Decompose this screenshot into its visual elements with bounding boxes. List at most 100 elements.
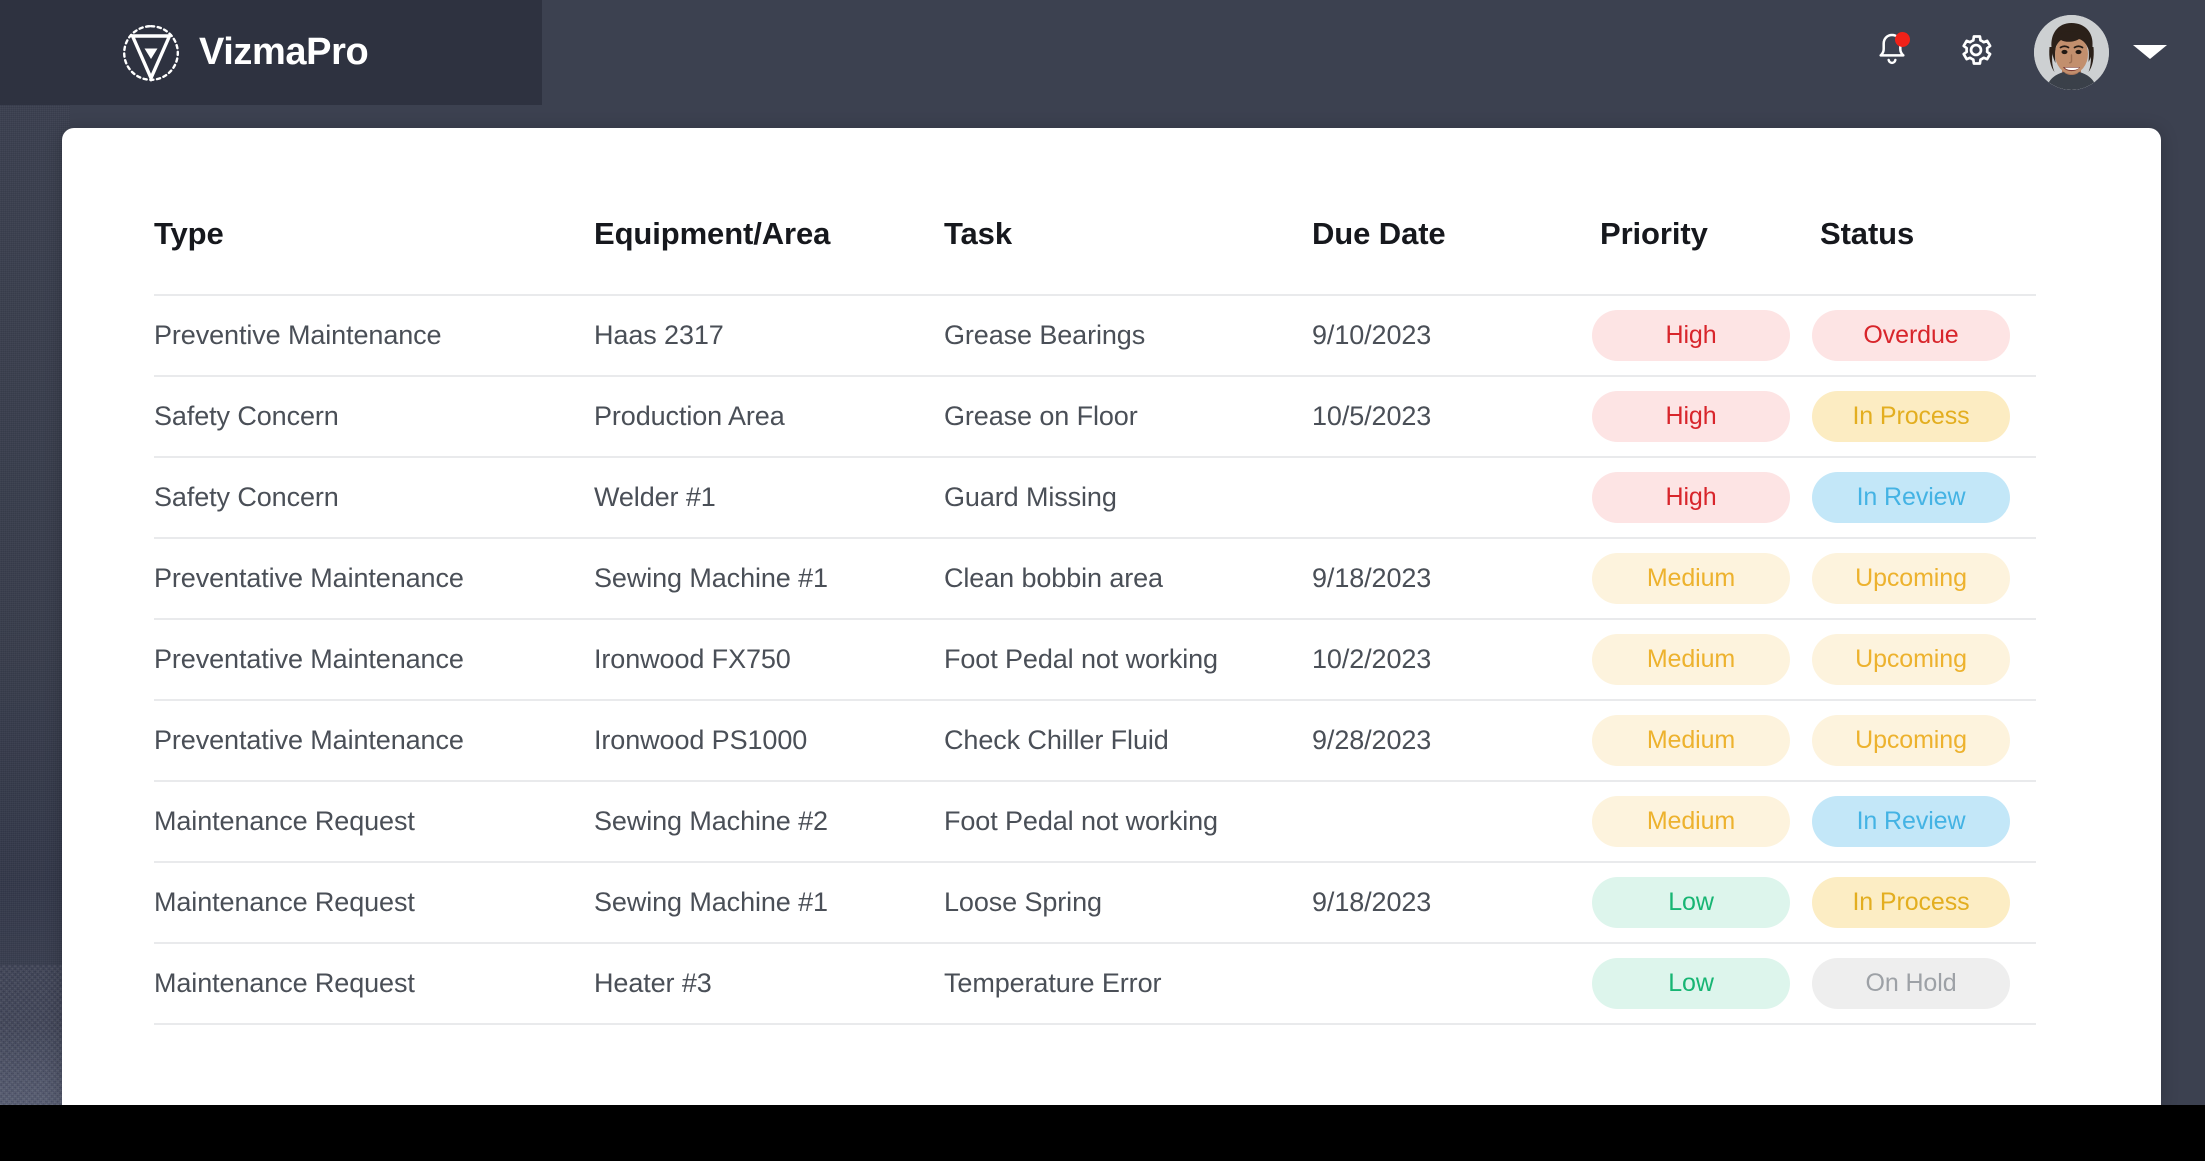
cell-type: Preventative Maintenance	[154, 644, 464, 674]
cell-priority: Medium	[1592, 553, 1812, 604]
gear-icon	[1958, 32, 1994, 73]
bottom-black-bar	[0, 1105, 2205, 1161]
priority-badge[interactable]: Medium	[1592, 634, 1790, 685]
column-header-priority[interactable]: Priority	[1592, 216, 1812, 252]
cell-due: 10/5/2023	[1312, 401, 1432, 431]
cell-equip: Welder #1	[594, 482, 716, 512]
column-header-type[interactable]: Type	[154, 216, 594, 252]
priority-badge[interactable]: Low	[1592, 877, 1790, 928]
cell-due: 9/28/2023	[1312, 725, 1432, 755]
table-row[interactable]: Maintenance Request Sewing Machine #2 Foot…	[154, 782, 2036, 863]
cell-status: Upcoming	[1812, 553, 2036, 604]
cell-task: Foot Pedal not working	[944, 806, 1218, 836]
cell-priority: Medium	[1592, 715, 1812, 766]
table-header-row: Type Equipment/Area Task Due Date Priori…	[154, 180, 2036, 296]
table-row[interactable]: Safety Concern Welder #1 Guard Missing High…	[154, 458, 2036, 539]
cell-type: Preventive Maintenance	[154, 320, 442, 350]
status-badge[interactable]: On Hold	[1812, 958, 2010, 1009]
cell-priority: Medium	[1592, 796, 1812, 847]
priority-badge[interactable]: Medium	[1592, 715, 1790, 766]
cell-status: On Hold	[1812, 958, 2036, 1009]
cell-task: Check Chiller Fluid	[944, 725, 1169, 755]
status-badge[interactable]: In Process	[1812, 391, 2010, 442]
status-badge[interactable]: In Review	[1812, 796, 2010, 847]
cell-status: Upcoming	[1812, 634, 2036, 685]
priority-badge[interactable]: Medium	[1592, 553, 1790, 604]
table-body: Preventive Maintenance Haas 2317 Grease Be…	[154, 296, 2036, 1025]
cell-due: 9/18/2023	[1312, 887, 1432, 917]
table-row[interactable]: Preventive Maintenance Haas 2317 Grease Be…	[154, 296, 2036, 377]
status-badge[interactable]: In Review	[1812, 472, 2010, 523]
table-row[interactable]: Preventative Maintenance Ironwood FX750 Fo…	[154, 620, 2036, 701]
priority-badge[interactable]: High	[1592, 472, 1790, 523]
cell-type: Maintenance Request	[154, 968, 415, 998]
cell-due: 9/18/2023	[1312, 563, 1432, 593]
cell-task: Loose Spring	[944, 887, 1102, 917]
table-row[interactable]: Maintenance Request Heater #3 Temperature …	[154, 944, 2036, 1025]
cell-task: Grease on Floor	[944, 401, 1138, 431]
cell-priority: Medium	[1592, 634, 1812, 685]
status-badge[interactable]: In Process	[1812, 877, 2010, 928]
cell-priority: High	[1592, 472, 1812, 523]
priority-badge[interactable]: High	[1592, 310, 1790, 361]
priority-badge[interactable]: Low	[1592, 958, 1790, 1009]
tasks-table: Type Equipment/Area Task Due Date Priori…	[154, 180, 2036, 1025]
cell-task: Temperature Error	[944, 968, 1162, 998]
backdrop-texture-strip	[0, 104, 70, 1105]
cell-status: In Review	[1812, 796, 2036, 847]
cell-equip: Sewing Machine #1	[594, 563, 828, 593]
header-actions	[1860, 0, 2167, 104]
cell-task: Guard Missing	[944, 482, 1117, 512]
app-header: VizmaPro	[0, 0, 2205, 105]
cell-equip: Production Area	[594, 401, 785, 431]
brand-name: VizmaPro	[199, 31, 369, 73]
cell-type: Preventative Maintenance	[154, 725, 464, 755]
cell-priority: Low	[1592, 958, 1812, 1009]
cell-type: Maintenance Request	[154, 806, 415, 836]
cell-due: 9/10/2023	[1312, 320, 1432, 350]
status-badge[interactable]: Overdue	[1812, 310, 2010, 361]
cell-status: Upcoming	[1812, 715, 2036, 766]
cell-status: In Process	[1812, 877, 2036, 928]
column-header-due-date[interactable]: Due Date	[1312, 216, 1592, 252]
cell-equip: Sewing Machine #1	[594, 887, 828, 917]
cell-equip: Haas 2317	[594, 320, 724, 350]
cell-task: Foot Pedal not working	[944, 644, 1218, 674]
cell-equip: Ironwood FX750	[594, 644, 791, 674]
status-badge[interactable]: Upcoming	[1812, 634, 2010, 685]
column-header-status[interactable]: Status	[1812, 216, 2036, 252]
cell-due: 10/2/2023	[1312, 644, 1432, 674]
cell-status: Overdue	[1812, 310, 2036, 361]
table-row[interactable]: Maintenance Request Sewing Machine #1 Loos…	[154, 863, 2036, 944]
cell-equip: Sewing Machine #2	[594, 806, 828, 836]
cell-priority: High	[1592, 391, 1812, 442]
cell-type: Safety Concern	[154, 482, 339, 512]
content-card: Type Equipment/Area Task Due Date Priori…	[62, 128, 2161, 1105]
column-header-task[interactable]: Task	[944, 216, 1312, 252]
table-row[interactable]: Preventative Maintenance Ironwood PS1000 C…	[154, 701, 2036, 782]
cell-status: In Review	[1812, 472, 2036, 523]
cell-type: Safety Concern	[154, 401, 339, 431]
settings-button[interactable]	[1944, 20, 2008, 84]
brand-block[interactable]: VizmaPro	[0, 0, 542, 105]
triangle-gear-logo-icon	[120, 22, 182, 84]
cell-equip: Heater #3	[594, 968, 712, 998]
table-row[interactable]: Safety Concern Production Area Grease on F…	[154, 377, 2036, 458]
status-badge[interactable]: Upcoming	[1812, 715, 2010, 766]
cell-task: Clean bobbin area	[944, 563, 1163, 593]
cell-type: Maintenance Request	[154, 887, 415, 917]
cell-type: Preventative Maintenance	[154, 563, 464, 593]
priority-badge[interactable]: Medium	[1592, 796, 1790, 847]
priority-badge[interactable]: High	[1592, 391, 1790, 442]
cell-priority: High	[1592, 310, 1812, 361]
column-header-equipment[interactable]: Equipment/Area	[594, 216, 944, 252]
notifications-button[interactable]	[1860, 20, 1924, 84]
chevron-down-icon[interactable]	[2133, 45, 2167, 59]
cell-priority: Low	[1592, 877, 1812, 928]
cell-equip: Ironwood PS1000	[594, 725, 808, 755]
user-menu[interactable]	[2034, 14, 2167, 90]
avatar[interactable]	[2034, 14, 2109, 90]
table-row[interactable]: Preventative Maintenance Sewing Machine #…	[154, 539, 2036, 620]
notification-badge-dot	[1895, 32, 1910, 47]
status-badge[interactable]: Upcoming	[1812, 553, 2010, 604]
